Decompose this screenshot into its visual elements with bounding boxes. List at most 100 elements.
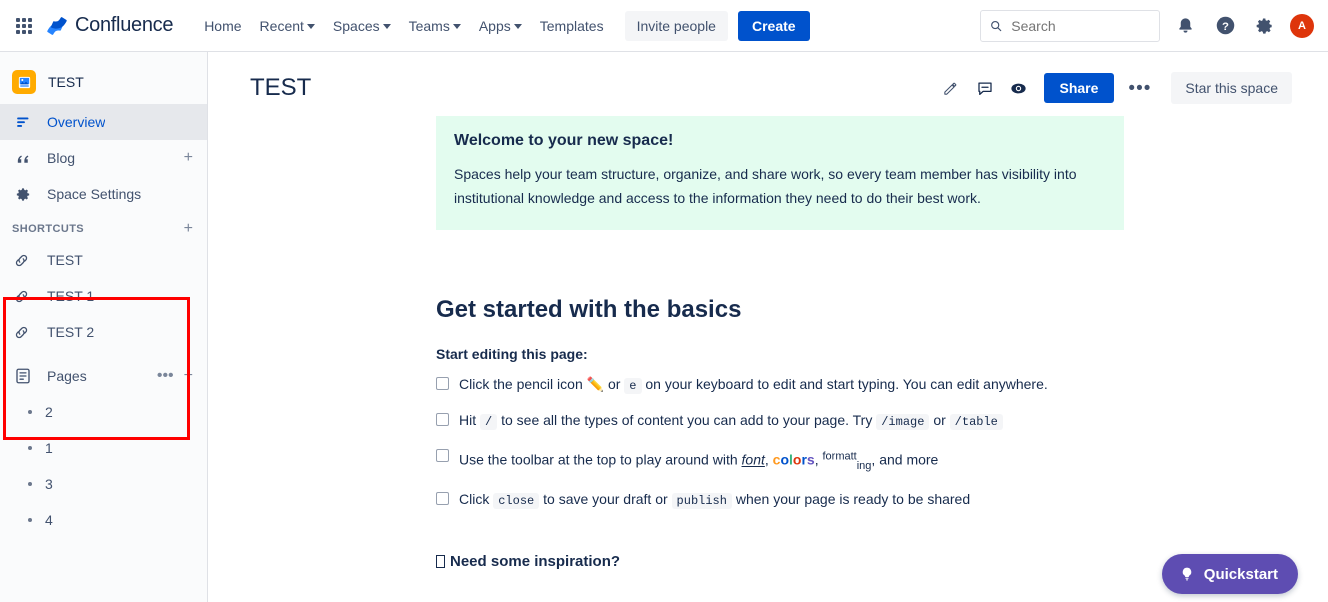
- add-shortcut-button[interactable]: +: [182, 221, 195, 237]
- add-blog-button[interactable]: +: [182, 150, 195, 166]
- inspiration-heading: Need some inspiration?: [436, 553, 1232, 570]
- start-editing-subheading: Start editing this page:: [436, 346, 588, 362]
- page-title: TEST: [250, 74, 312, 101]
- create-button[interactable]: Create: [737, 10, 810, 41]
- link-icon: [10, 252, 32, 269]
- colors-letter: s: [806, 451, 815, 468]
- sidebar-item-actions: +: [182, 150, 195, 166]
- sidebar-shortcut-test[interactable]: TEST: [0, 242, 207, 278]
- chain-link-icon: [15, 254, 27, 266]
- add-page-button[interactable]: +: [182, 368, 195, 384]
- settings-gear-icon: [16, 187, 29, 201]
- text-fragment: on your keyboard to edit and start typin…: [641, 376, 1048, 392]
- chevron-down-icon: [382, 24, 391, 29]
- checklist-item: Hit / to see all the types of content yo…: [436, 410, 1232, 432]
- gear-icon: [12, 186, 34, 203]
- pages-icon: [12, 367, 34, 385]
- notifications-button[interactable]: [1170, 11, 1200, 41]
- help-button[interactable]: ?: [1210, 11, 1240, 41]
- page-list-item[interactable]: 2: [0, 394, 207, 430]
- bullet-icon: [28, 446, 32, 450]
- nav-item-apps[interactable]: Apps: [470, 12, 531, 40]
- settings-button[interactable]: [1250, 11, 1280, 41]
- page-list-item[interactable]: 3: [0, 466, 207, 502]
- page-label: 3: [45, 476, 53, 492]
- content-header: TEST Share ••• Star this space: [244, 52, 1292, 110]
- text-fragment: Click the pencil icon: [459, 376, 587, 392]
- space-header[interactable]: TEST: [0, 62, 207, 104]
- text-fragment: to see all the types of content you can …: [497, 412, 877, 428]
- sidebar-item-space-settings[interactable]: Space Settings: [0, 176, 207, 212]
- edit-page-button[interactable]: [936, 73, 966, 103]
- sidebar-item-overview[interactable]: Overview: [0, 104, 207, 140]
- app-switcher-button[interactable]: [8, 10, 40, 42]
- search-box[interactable]: [980, 9, 1160, 42]
- slash-command: /image: [876, 414, 930, 430]
- page-list-item[interactable]: 1: [0, 430, 207, 466]
- checklist-item-text: Click close to save your draft or publis…: [459, 489, 970, 511]
- checklist-item-text: Use the toolbar at the top to play aroun…: [459, 446, 938, 475]
- share-button[interactable]: Share: [1043, 73, 1115, 103]
- pencil-emoji-icon: ✏️: [586, 376, 605, 392]
- checkbox[interactable]: [436, 413, 449, 426]
- watch-button[interactable]: [1004, 73, 1034, 103]
- nav-item-label: Spaces: [332, 17, 380, 34]
- welcome-body: Spaces help your team structure, organiz…: [454, 166, 1077, 206]
- image-icon: [18, 76, 30, 88]
- chain-link-icon: [15, 326, 27, 338]
- link-icon: [10, 288, 32, 305]
- shortcuts-section-header: SHORTCUTS +: [0, 212, 207, 242]
- user-avatar[interactable]: A: [1290, 13, 1314, 38]
- sidebar-item-label: Space Settings: [47, 186, 142, 202]
- star-space-button[interactable]: Star this space: [1171, 72, 1292, 104]
- more-actions-button[interactable]: •••: [1118, 77, 1161, 100]
- nav-item-home[interactable]: Home: [195, 12, 250, 40]
- document-icon: [16, 368, 30, 384]
- pages-more-button[interactable]: •••: [155, 368, 176, 384]
- nav-item-label: Apps: [478, 17, 511, 34]
- search-input[interactable]: [1009, 16, 1150, 35]
- chevron-down-icon: [306, 24, 315, 29]
- comment-button[interactable]: [970, 73, 1000, 103]
- shortcut-label: TEST: [47, 252, 83, 268]
- quickstart-button[interactable]: Quickstart: [1161, 554, 1298, 594]
- confluence-logo-link[interactable]: Confluence: [46, 14, 173, 37]
- checklist-item: Click the pencil icon ✏️ or e on your ke…: [436, 374, 1232, 396]
- nav-item-label: Home: [204, 17, 242, 34]
- close-command: close: [493, 493, 540, 510]
- invite-people-button[interactable]: Invite people: [624, 10, 728, 41]
- nav-item-spaces[interactable]: Spaces: [324, 12, 400, 40]
- shortcut-label: TEST 1: [47, 288, 95, 304]
- sidebar-shortcut-test-1[interactable]: TEST 1: [0, 278, 207, 314]
- missing-glyph-icon: [436, 555, 445, 569]
- inspiration-text: Need some inspiration?: [450, 553, 621, 571]
- keyboard-key: /: [480, 414, 498, 430]
- checklist-item-text: Hit / to see all the types of content yo…: [459, 410, 1003, 432]
- search-icon: [991, 20, 1002, 31]
- pencil-icon: [944, 82, 957, 95]
- get-started-heading: Get started with the basics: [436, 296, 742, 323]
- nav-item-templates[interactable]: Templates: [531, 12, 613, 40]
- top-navigation-bar: Confluence Home Recent Spaces Teams Apps…: [0, 0, 1328, 52]
- checklist-item-text: Click the pencil icon ✏️ or e on your ke…: [459, 374, 1048, 396]
- nav-item-recent[interactable]: Recent: [251, 12, 324, 40]
- sidebar-item-blog[interactable]: Blog +: [0, 140, 207, 176]
- checkbox[interactable]: [436, 492, 449, 506]
- comment-icon: [977, 82, 992, 96]
- pages-label: Pages: [47, 368, 87, 384]
- page-list-item[interactable]: 4: [0, 502, 207, 538]
- quickstart-label: Quickstart: [1203, 565, 1278, 583]
- font-sample: font: [741, 451, 765, 468]
- checkbox[interactable]: [436, 449, 449, 462]
- colors-sample: colors: [773, 452, 815, 468]
- sidebar-shortcut-test-2[interactable]: TEST 2: [0, 314, 207, 350]
- page-label: 4: [45, 512, 53, 528]
- space-name: TEST: [48, 74, 84, 90]
- lightbulb-icon: [1182, 567, 1192, 581]
- text-fragment: Click: [459, 491, 494, 508]
- sidebar-item-pages[interactable]: Pages ••• +: [0, 358, 207, 394]
- overview-icon: [12, 114, 34, 131]
- checkbox[interactable]: [436, 377, 449, 390]
- text-fragment: Use the toolbar at the top to play aroun…: [459, 451, 742, 468]
- nav-item-teams[interactable]: Teams: [400, 12, 470, 40]
